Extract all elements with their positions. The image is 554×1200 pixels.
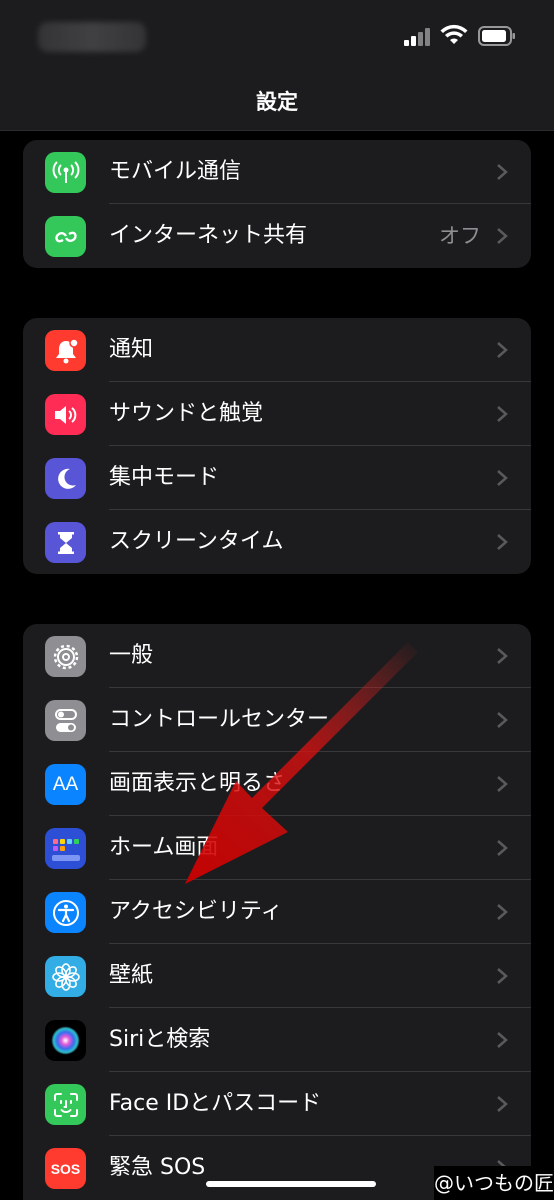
text-size-icon: AA: [45, 764, 86, 805]
settings-row-label: 画面表示と明るさ: [109, 771, 286, 796]
settings-row-label: ホーム画面: [109, 835, 219, 860]
hourglass-icon: [45, 522, 86, 563]
sos-icon: SOS: [45, 1148, 86, 1189]
chevron-right-icon: [497, 968, 508, 984]
settings-row-general[interactable]: 一般: [23, 624, 531, 688]
settings-row-label: スクリーンタイム: [109, 529, 284, 554]
settings-group-connectivity: モバイル通信 インターネット共有 オフ: [23, 140, 531, 268]
settings-row-accessibility[interactable]: アクセシビリティ: [23, 880, 531, 944]
settings-row-label: インターネット共有: [109, 223, 308, 248]
settings-row-control-center[interactable]: コントロールセンター: [23, 688, 531, 752]
moon-icon: [45, 458, 86, 499]
chevron-right-icon: [497, 776, 508, 792]
chevron-right-icon: [497, 164, 508, 180]
toggles-icon: [45, 700, 86, 741]
home-screen-icon: [45, 828, 86, 869]
link-icon: [45, 216, 86, 257]
chevron-right-icon: [497, 1032, 508, 1048]
accessibility-icon: [45, 892, 86, 933]
bell-icon: [45, 330, 86, 371]
carrier-blurred: [38, 22, 146, 52]
antenna-icon: [45, 152, 86, 193]
settings-row-sounds-haptics[interactable]: サウンドと触覚: [23, 382, 531, 446]
settings-row-label: 緊急 SOS: [109, 1155, 206, 1180]
settings-row-mobile-data[interactable]: モバイル通信: [23, 140, 531, 204]
chevron-right-icon: [497, 904, 508, 920]
chevron-right-icon: [497, 648, 508, 664]
settings-row-personal-hotspot[interactable]: インターネット共有 オフ: [23, 204, 531, 268]
wifi-icon: [440, 24, 468, 44]
battery-icon: [478, 26, 515, 46]
settings-row-screen-time[interactable]: スクリーンタイム: [23, 510, 531, 574]
settings-row-face-id-passcode[interactable]: Face IDとパスコード: [23, 1072, 531, 1136]
settings-row-label: コントロールセンター: [109, 707, 330, 732]
settings-row-label: 通知: [109, 337, 154, 362]
settings-row-home-screen[interactable]: ホーム画面: [23, 816, 531, 880]
chevron-right-icon: [497, 228, 508, 244]
chevron-right-icon: [497, 406, 508, 422]
settings-row-label: Face IDとパスコード: [109, 1091, 322, 1116]
home-indicator: [206, 1181, 376, 1187]
status-bar: [0, 0, 554, 72]
cellular-signal-icon: [404, 28, 434, 46]
settings-row-notifications[interactable]: 通知: [23, 318, 531, 382]
chevron-right-icon: [497, 342, 508, 358]
settings-row-wallpaper[interactable]: 壁紙: [23, 944, 531, 1008]
chevron-right-icon: [497, 1096, 508, 1112]
page-title: 設定: [256, 90, 298, 114]
chevron-right-icon: [497, 712, 508, 728]
settings-row-display-brightness[interactable]: AA 画面表示と明るさ: [23, 752, 531, 816]
chevron-right-icon: [497, 470, 508, 486]
settings-row-value: オフ: [439, 224, 481, 248]
siri-icon: [45, 1020, 86, 1061]
settings-row-label: 一般: [109, 643, 154, 668]
navigation-bar: 設定: [0, 72, 554, 131]
speaker-icon: [45, 394, 86, 435]
settings-group-general: 一般 コントロールセンター AA 画面表示と明るさ ホーム画面 アクセシビリティ…: [23, 624, 531, 1200]
flower-icon: [45, 956, 86, 997]
chevron-right-icon: [497, 534, 508, 550]
chevron-right-icon: [497, 840, 508, 856]
settings-row-label: Siriと検索: [109, 1027, 211, 1052]
gear-icon: [45, 636, 86, 677]
settings-row-label: 集中モード: [109, 465, 220, 490]
settings-row-siri-search[interactable]: Siriと検索: [23, 1008, 531, 1072]
settings-row-label: アクセシビリティ: [109, 899, 283, 924]
settings-group-notifications: 通知 サウンドと触覚 集中モード スクリーンタイム: [23, 318, 531, 574]
face-id-icon: [45, 1084, 86, 1125]
settings-row-focus[interactable]: 集中モード: [23, 446, 531, 510]
watermark: @いつもの匠: [434, 1166, 554, 1200]
settings-row-label: モバイル通信: [109, 159, 242, 184]
settings-row-label: サウンドと触覚: [109, 401, 264, 426]
settings-row-label: 壁紙: [109, 963, 154, 988]
